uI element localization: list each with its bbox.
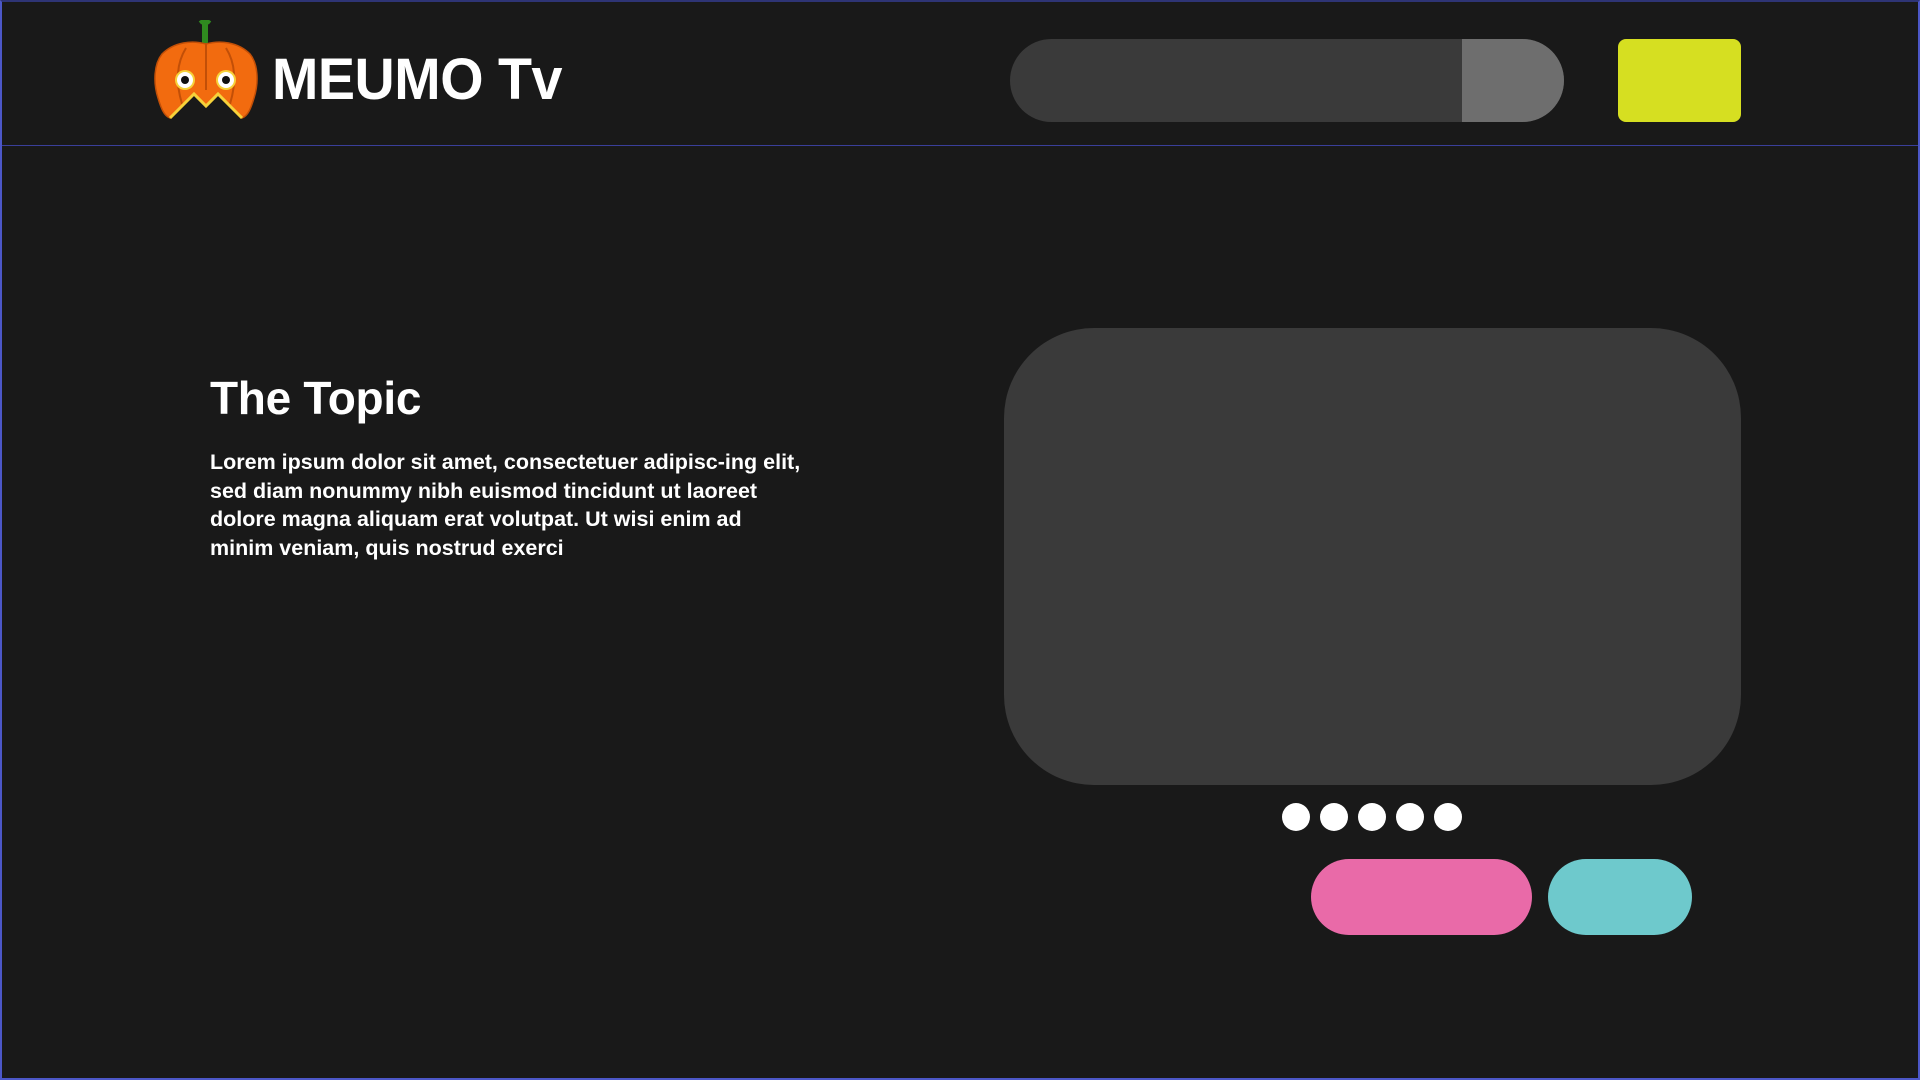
secondary-action-button[interactable] bbox=[1548, 859, 1692, 935]
carousel-pagination bbox=[1282, 803, 1462, 831]
media-placeholder[interactable] bbox=[1004, 328, 1741, 785]
carousel-dot[interactable] bbox=[1396, 803, 1424, 831]
carousel-dot[interactable] bbox=[1282, 803, 1310, 831]
pumpkin-mascot-icon[interactable] bbox=[152, 19, 260, 124]
brand-name: MEUMO Tv bbox=[272, 47, 563, 112]
primary-action-button[interactable] bbox=[1311, 859, 1532, 935]
carousel-dot[interactable] bbox=[1434, 803, 1462, 831]
carousel-dot[interactable] bbox=[1358, 803, 1386, 831]
header-action-button[interactable] bbox=[1618, 39, 1741, 122]
app-frame: MEUMO Tv The Topic Lorem ipsum dolor sit… bbox=[0, 0, 1920, 1080]
search-input[interactable] bbox=[1010, 39, 1462, 122]
top-header: MEUMO Tv bbox=[2, 2, 1918, 146]
topic-description: Lorem ipsum dolor sit amet, consectetuer… bbox=[210, 450, 801, 561]
search-bar bbox=[1010, 39, 1564, 122]
carousel-dot[interactable] bbox=[1320, 803, 1348, 831]
topic-title: The Topic bbox=[210, 372, 422, 424]
search-button[interactable] bbox=[1462, 39, 1564, 122]
